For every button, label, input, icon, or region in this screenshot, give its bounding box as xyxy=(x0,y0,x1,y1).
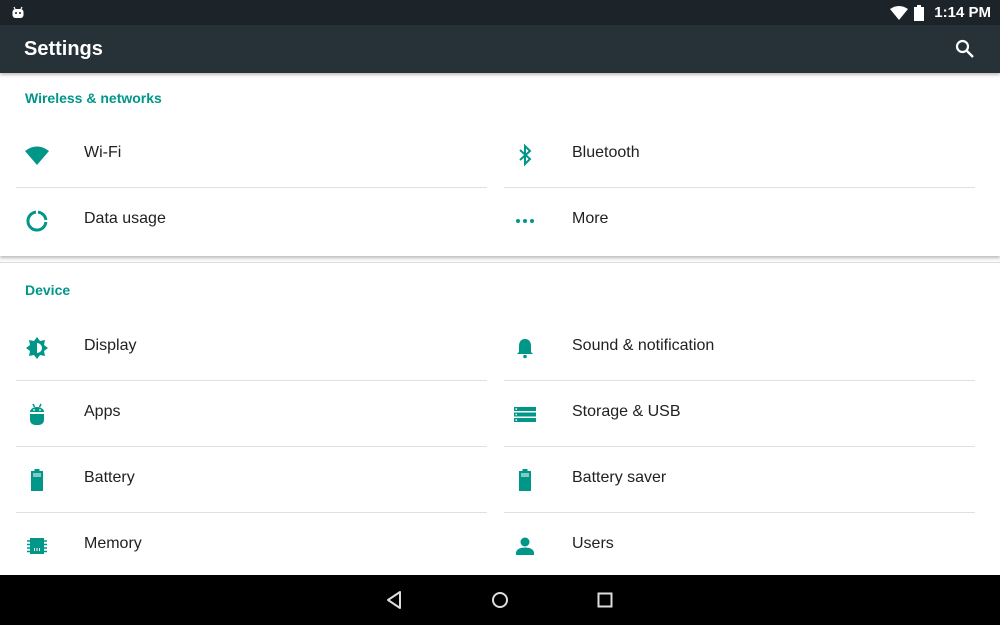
settings-item-label: Battery xyxy=(84,469,135,486)
back-icon[interactable] xyxy=(382,588,406,612)
section-title: Device xyxy=(25,282,71,298)
battery-icon xyxy=(914,4,925,21)
android-notification-icon xyxy=(12,6,24,18)
settings-item-label: More xyxy=(572,210,609,227)
wifi-icon xyxy=(25,146,49,165)
settings-item-label: Data usage xyxy=(84,210,166,227)
settings-item-battery-saver[interactable]: Battery saver xyxy=(504,447,975,513)
bluetooth-icon xyxy=(519,143,532,167)
search-icon[interactable] xyxy=(954,38,976,60)
settings-item-display[interactable]: Display xyxy=(16,315,487,381)
settings-item-label: Storage & USB xyxy=(572,403,681,420)
device-section: Device Display Sound & notification Apps xyxy=(0,262,1000,575)
app-bar: Settings xyxy=(0,25,1000,73)
battery-saver-icon xyxy=(519,469,531,491)
settings-item-memory[interactable]: Memory xyxy=(16,513,487,579)
settings-item-wifi[interactable]: Wi-Fi xyxy=(16,122,487,188)
more-dots-icon xyxy=(516,219,534,223)
settings-item-label: Wi-Fi xyxy=(84,144,122,161)
battery-icon xyxy=(31,469,43,491)
page-title: Settings xyxy=(24,38,103,60)
settings-item-battery[interactable]: Battery xyxy=(16,447,487,513)
section-title: Wireless & networks xyxy=(25,90,162,106)
status-bar: 1:14 PM xyxy=(0,0,1000,25)
data-usage-icon xyxy=(26,210,48,232)
home-icon[interactable] xyxy=(488,588,512,612)
settings-item-label: Sound & notification xyxy=(572,337,715,354)
settings-item-apps[interactable]: Apps xyxy=(16,381,487,447)
settings-item-storage[interactable]: Storage & USB xyxy=(504,381,975,447)
settings-item-bluetooth[interactable]: Bluetooth xyxy=(504,122,975,188)
brightness-icon xyxy=(26,337,48,359)
person-icon xyxy=(516,537,534,555)
recents-icon[interactable] xyxy=(593,588,617,612)
navigation-bar xyxy=(0,575,1000,625)
clock: 1:14 PM xyxy=(934,4,991,21)
settings-item-label: Battery saver xyxy=(572,469,667,486)
settings-item-label: Users xyxy=(572,535,614,552)
settings-item-users[interactable]: Users xyxy=(504,513,975,579)
settings-item-sound[interactable]: Sound & notification xyxy=(504,315,975,381)
settings-item-label: Memory xyxy=(84,535,142,552)
memory-chip-icon xyxy=(27,538,47,554)
android-icon xyxy=(30,403,44,425)
wifi-signal-icon xyxy=(890,5,909,20)
settings-item-label: Bluetooth xyxy=(572,144,640,161)
settings-item-label: Apps xyxy=(84,403,121,420)
settings-item-data-usage[interactable]: Data usage xyxy=(16,188,487,254)
wireless-networks-section: Wireless & networks Wi-Fi Bluetooth Data… xyxy=(0,73,1000,256)
storage-icon xyxy=(514,407,536,422)
bell-icon xyxy=(517,339,533,359)
settings-item-label: Display xyxy=(84,337,137,354)
settings-item-more[interactable]: More xyxy=(504,188,975,254)
